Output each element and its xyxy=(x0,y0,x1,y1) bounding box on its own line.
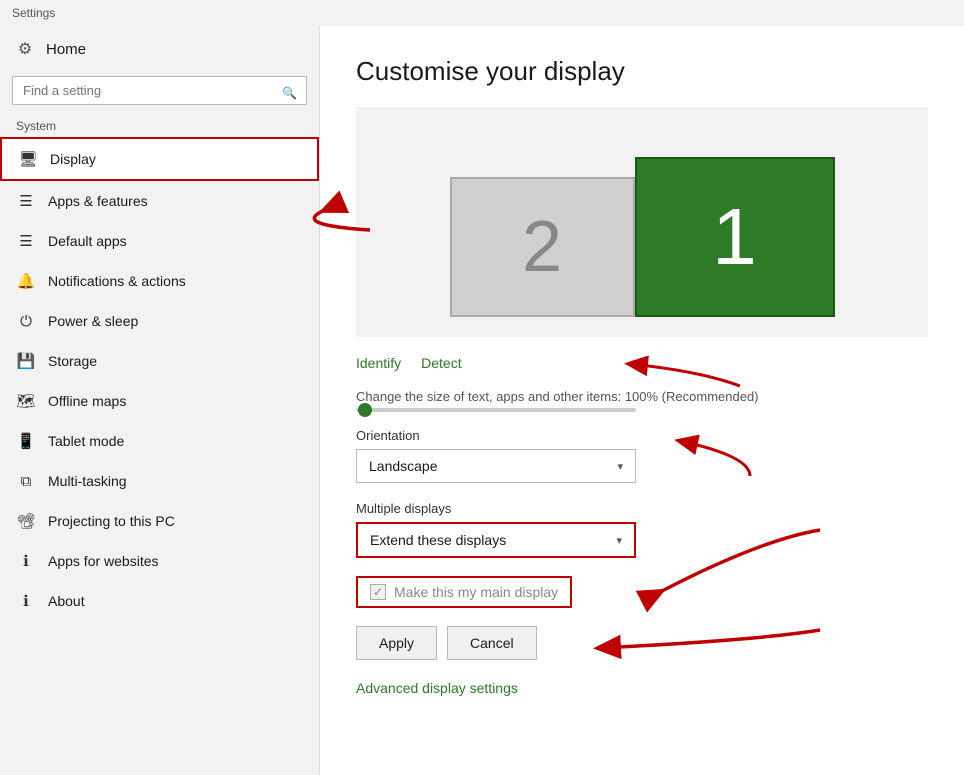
home-label: Home xyxy=(46,41,86,58)
default-apps-icon: ☰ xyxy=(16,231,36,251)
button-row: Apply Cancel xyxy=(356,626,928,660)
sidebar-item-apps-websites[interactable]: ℹ Apps for websites xyxy=(0,541,319,581)
apps-features-icon: ☰ xyxy=(16,191,36,211)
sidebar-item-notifications[interactable]: 🔔 Notifications & actions xyxy=(0,261,319,301)
sidebar-item-projecting[interactable]: 📽 Projecting to this PC xyxy=(0,501,319,541)
orientation-dropdown[interactable]: Landscape ▾ xyxy=(356,449,636,483)
detect-link[interactable]: Detect xyxy=(421,355,461,371)
search-row: 🔍 xyxy=(0,72,319,113)
offline-maps-label: Offline maps xyxy=(48,393,126,409)
make-main-label: Make this my main display xyxy=(394,584,558,600)
scale-slider-thumb xyxy=(358,403,372,417)
power-sleep-label: Power & sleep xyxy=(48,313,138,329)
display-icon: 🖥 xyxy=(18,149,38,169)
multiple-displays-label: Multiple displays xyxy=(356,501,928,516)
about-icon: ℹ xyxy=(16,591,36,611)
projecting-label: Projecting to this PC xyxy=(48,513,175,529)
sidebar-item-power-sleep[interactable]: ⏻ Power & sleep xyxy=(0,301,319,341)
sidebar-item-apps-features[interactable]: ☰ Apps & features xyxy=(0,181,319,221)
orientation-value: Landscape xyxy=(369,458,438,474)
scale-label: Change the size of text, apps and other … xyxy=(356,389,928,404)
tablet-mode-label: Tablet mode xyxy=(48,433,124,449)
notifications-icon: 🔔 xyxy=(16,271,36,291)
notifications-label: Notifications & actions xyxy=(48,273,186,289)
monitor-2[interactable]: 2 xyxy=(450,177,635,317)
page-title: Customise your display xyxy=(356,56,928,87)
multiple-displays-value: Extend these displays xyxy=(370,532,506,548)
sidebar-item-about[interactable]: ℹ About xyxy=(0,581,319,621)
multiple-displays-dropdown-arrow: ▾ xyxy=(616,534,622,547)
title-bar: Settings xyxy=(0,0,964,26)
sidebar-item-display[interactable]: 🖥 Display xyxy=(0,137,319,181)
apps-websites-icon: ℹ xyxy=(16,551,36,571)
monitor-1[interactable]: 1 xyxy=(635,157,835,317)
display-links: Identify Detect xyxy=(356,355,928,371)
apply-button[interactable]: Apply xyxy=(356,626,437,660)
home-icon: ⚙ xyxy=(16,40,34,58)
sidebar-item-home[interactable]: ⚙ Home xyxy=(0,26,319,72)
sidebar-item-offline-maps[interactable]: 🗺 Offline maps xyxy=(0,381,319,421)
storage-icon: 💾 xyxy=(16,351,36,371)
default-apps-label: Default apps xyxy=(48,233,127,249)
app-title: Settings xyxy=(12,6,55,20)
apps-features-label: Apps & features xyxy=(48,193,148,209)
about-label: About xyxy=(48,593,85,609)
orientation-dropdown-arrow: ▾ xyxy=(617,460,623,473)
offline-maps-icon: 🗺 xyxy=(16,391,36,411)
display-preview: 2 1 xyxy=(356,107,928,337)
projecting-icon: 📽 xyxy=(16,511,36,531)
scale-slider-row xyxy=(356,408,928,412)
orientation-label: Orientation xyxy=(356,428,928,443)
cancel-button[interactable]: Cancel xyxy=(447,626,537,660)
advanced-display-link[interactable]: Advanced display settings xyxy=(356,680,518,696)
power-icon: ⏻ xyxy=(16,311,36,331)
storage-label: Storage xyxy=(48,353,97,369)
make-main-checkbox[interactable]: ✓ xyxy=(370,584,386,600)
sidebar-item-default-apps[interactable]: ☰ Default apps xyxy=(0,221,319,261)
sidebar-item-storage[interactable]: 💾 Storage xyxy=(0,341,319,381)
make-main-display-row[interactable]: ✓ Make this my main display xyxy=(356,576,572,608)
search-input[interactable] xyxy=(12,76,307,105)
main-content: Customise your display 2 1 Identify Dete… xyxy=(320,26,964,775)
system-section-label: System xyxy=(0,113,319,137)
sidebar-display-label: Display xyxy=(50,151,96,167)
sidebar-item-multitasking[interactable]: ⧉ Multi-tasking xyxy=(0,461,319,501)
multitasking-label: Multi-tasking xyxy=(48,473,127,489)
search-icon: 🔍 xyxy=(282,86,297,100)
sidebar: ⚙ Home 🔍 System 🖥 Display ☰ Apps & featu… xyxy=(0,26,320,775)
apps-websites-label: Apps for websites xyxy=(48,553,159,569)
multitasking-icon: ⧉ xyxy=(16,471,36,491)
sidebar-item-tablet-mode[interactable]: 📱 Tablet mode xyxy=(0,421,319,461)
multiple-displays-dropdown[interactable]: Extend these displays ▾ xyxy=(356,522,636,558)
identify-link[interactable]: Identify xyxy=(356,355,401,371)
tablet-mode-icon: 📱 xyxy=(16,431,36,451)
scale-slider-track[interactable] xyxy=(356,408,636,412)
